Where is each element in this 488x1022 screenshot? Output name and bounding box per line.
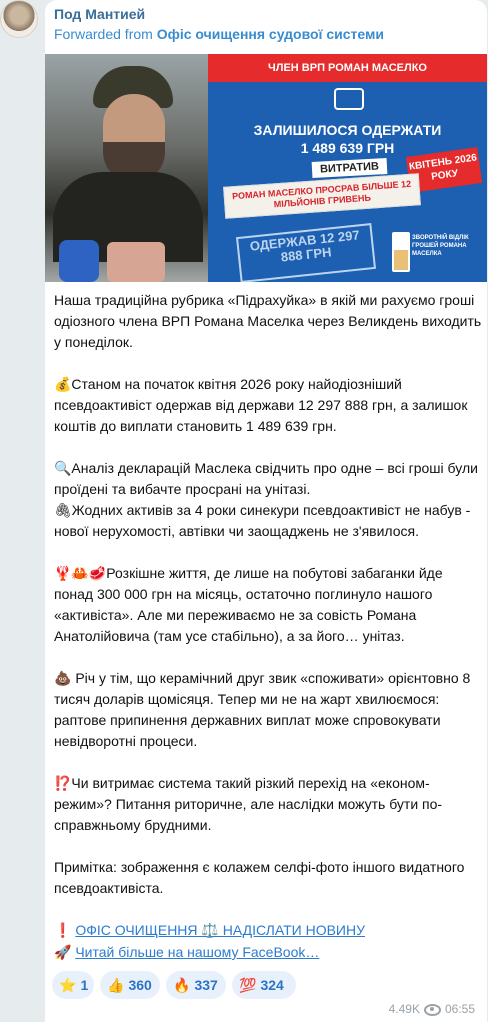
- channel-name[interactable]: Под Мантией: [54, 6, 145, 22]
- message-meta: 4.49K 06:55: [389, 1002, 475, 1016]
- paragraph: 🔍Аналіз декларацій Маслека свідчить про …: [54, 460, 478, 497]
- reaction-count: 337: [194, 977, 218, 993]
- paragraph: 🖇Жодних активів за 4 роки синекури псевд…: [54, 502, 471, 539]
- message-text: Наша традиційна рубрика «Підрахуйка» в я…: [54, 290, 482, 899]
- torn-paper-note: РОМАН МАСЕЛКО ПРОСРАВ БІЛЬШЕ 12 МІЛЬЙОНІ…: [223, 173, 421, 219]
- hundred-icon: 💯: [239, 977, 257, 993]
- forwarded-prefix: Forwarded from: [54, 26, 157, 42]
- reaction-hundred[interactable]: 💯 324: [232, 971, 296, 999]
- received-stamp: ОДЕРЖАВ 12 297 888 ГРН: [235, 223, 377, 282]
- reaction-count: 360: [128, 977, 152, 993]
- reaction-star[interactable]: ⭐ 1: [52, 971, 94, 999]
- hourglass-icon: [392, 232, 410, 272]
- paragraph: 💩 Річ у тім, що керамічний друг звик «сп…: [54, 670, 471, 749]
- channel-avatar[interactable]: [0, 0, 38, 38]
- reaction-fire[interactable]: 🔥 337: [166, 971, 226, 999]
- paragraph: Наша традиційна рубрика «Підрахуйка» в я…: [54, 292, 482, 350]
- rocket-icon: 🚀: [54, 944, 72, 960]
- view-count: 4.49K: [388, 1002, 420, 1016]
- paragraph: 🦞🦀🥩Розкішне життя, де лише на побутові з…: [54, 565, 443, 644]
- reaction-thumbs-up[interactable]: 👍 360: [100, 971, 160, 999]
- reaction-count: 324: [260, 977, 284, 993]
- paragraph: 💰Станом на початок квітня 2026 року найо…: [54, 376, 468, 434]
- post-image[interactable]: ЧЛЕН ВРП РОМАН МАСЕЛКО ЗАЛИШИЛОСЯ ОДЕРЖА…: [45, 54, 487, 282]
- message-bubble: Под Мантией Forwarded from Офіс очищення…: [45, 0, 487, 1022]
- forward-source-link[interactable]: Офіс очищення судової системи: [157, 26, 384, 42]
- forwarded-from: Forwarded from Офіс очищення судової сис…: [54, 26, 384, 42]
- sleeve-shape: [59, 240, 99, 282]
- thumbs-up-icon: 👍: [107, 977, 125, 993]
- exclamation-icon: ❗: [54, 922, 72, 938]
- legs-shape: [107, 242, 165, 282]
- paragraph: ⁉️Чи витримає система такий різкий перех…: [54, 775, 443, 833]
- submit-news-link[interactable]: ОФІС ОЧИЩЕННЯ ⚖️ НАДІСЛАТИ НОВИНУ: [75, 922, 365, 938]
- footer-line-2: 🚀 Читай більше на нашому FaceBook…: [54, 944, 319, 961]
- paragraph: Примітка: зображення є колажем селфі-фот…: [54, 859, 465, 896]
- countdown-label: ЗВОРОТНІЙ ВІДЛІК ГРОШЕЙ РОМАНА МАСЕЛКА: [412, 235, 469, 257]
- remaining-label: ЗАЛИШИЛОСЯ ОДЕРЖАТИ: [253, 122, 442, 138]
- fire-icon: 🔥: [173, 977, 191, 993]
- selfie-photo: [45, 54, 208, 282]
- footer-line-1: ❗ ОФІС ОЧИЩЕННЯ ⚖️ НАДІСЛАТИ НОВИНУ: [54, 922, 365, 939]
- office-logo-icon: [334, 88, 364, 110]
- image-info-panel: ЗАЛИШИЛОСЯ ОДЕРЖАТИ 1 489 639 ГРН ВИТРАТ…: [208, 82, 487, 282]
- image-top-banner: ЧЛЕН ВРП РОМАН МАСЕЛКО: [208, 54, 487, 82]
- star-icon: ⭐: [59, 977, 77, 993]
- eye-icon: [423, 1003, 441, 1016]
- spent-label: ВИТРАТИВ: [311, 158, 388, 178]
- message-time: 06:55: [444, 1002, 475, 1016]
- facebook-link[interactable]: Читай більше на нашому FaceBook…: [75, 944, 319, 960]
- reaction-count: 1: [80, 977, 89, 993]
